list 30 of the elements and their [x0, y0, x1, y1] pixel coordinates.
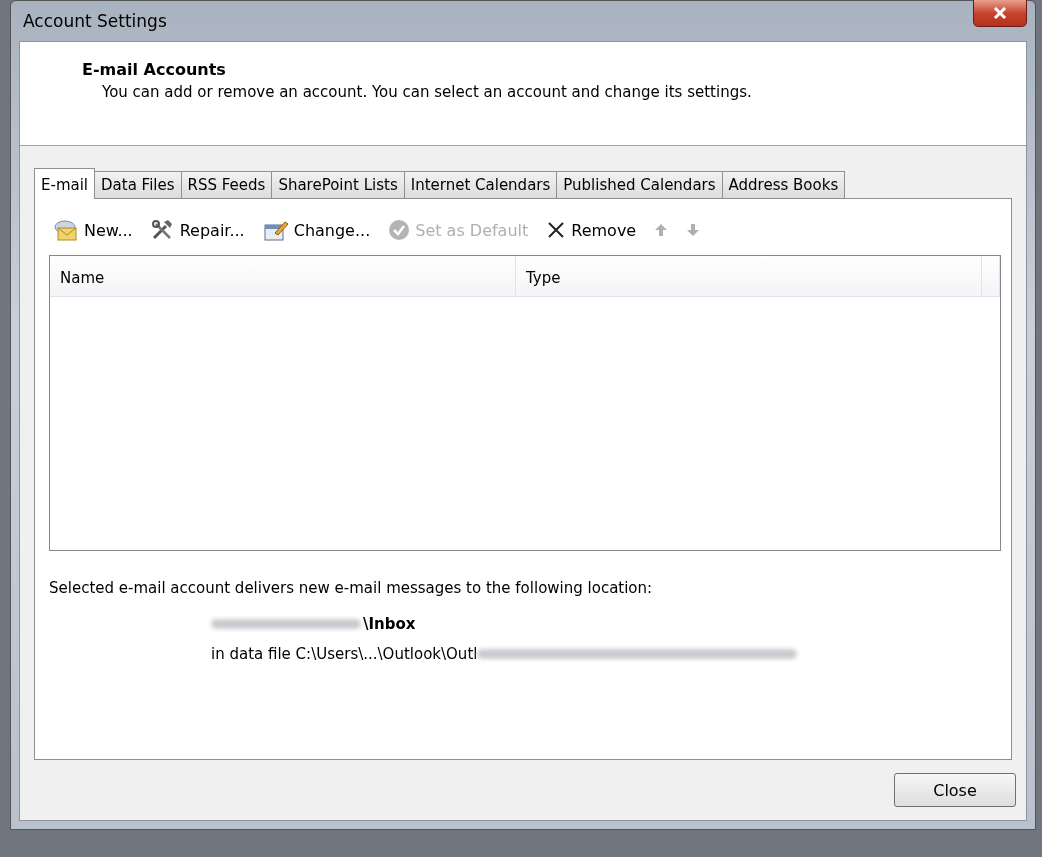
tab[interactable]: Published Calendars — [556, 171, 723, 198]
tab[interactable]: E-mail — [34, 168, 96, 199]
tools-icon — [150, 219, 175, 241]
section-description: You can add or remove an account. You can select an account and change its settings. — [101, 83, 753, 101]
tab[interactable]: SharePoint Lists — [271, 171, 405, 198]
down-arrow-icon — [686, 223, 701, 237]
toolbar-button[interactable]: Repair... — [146, 219, 249, 241]
close-button[interactable]: Close — [894, 773, 1016, 807]
up-arrow-icon — [654, 223, 669, 237]
accounts-list[interactable]: Name Type — [49, 255, 1001, 551]
section-title: E-mail Accounts — [82, 60, 227, 79]
delivery-text: Selected e-mail account delivers new e-mail messages to the following location: — [49, 579, 654, 597]
folder-path: \Inbox — [363, 615, 416, 633]
close-window-button[interactable] — [973, 0, 1027, 27]
close-icon — [546, 220, 567, 240]
column-header[interactable]: Name — [50, 256, 516, 296]
tab[interactable]: RSS Feeds — [180, 171, 273, 198]
envelope-icon — [53, 219, 79, 241]
tab[interactable]: Internet Calendars — [403, 171, 558, 198]
toolbar-button[interactable]: New... — [49, 219, 137, 241]
window-edit-icon — [262, 219, 289, 241]
toolbar-button[interactable]: Change... — [258, 219, 375, 241]
close-icon — [993, 7, 1007, 19]
tab[interactable]: Address Books — [721, 171, 846, 198]
checkmark-icon — [388, 219, 411, 241]
data-file-path: in data file C:\Users\...\Outlook\Outl — [211, 645, 478, 663]
column-header[interactable]: Type — [516, 256, 982, 296]
window-title: Account Settings — [22, 11, 167, 31]
toolbar-button[interactable]: Remove — [542, 220, 641, 240]
tab[interactable]: Data Files — [94, 171, 182, 198]
